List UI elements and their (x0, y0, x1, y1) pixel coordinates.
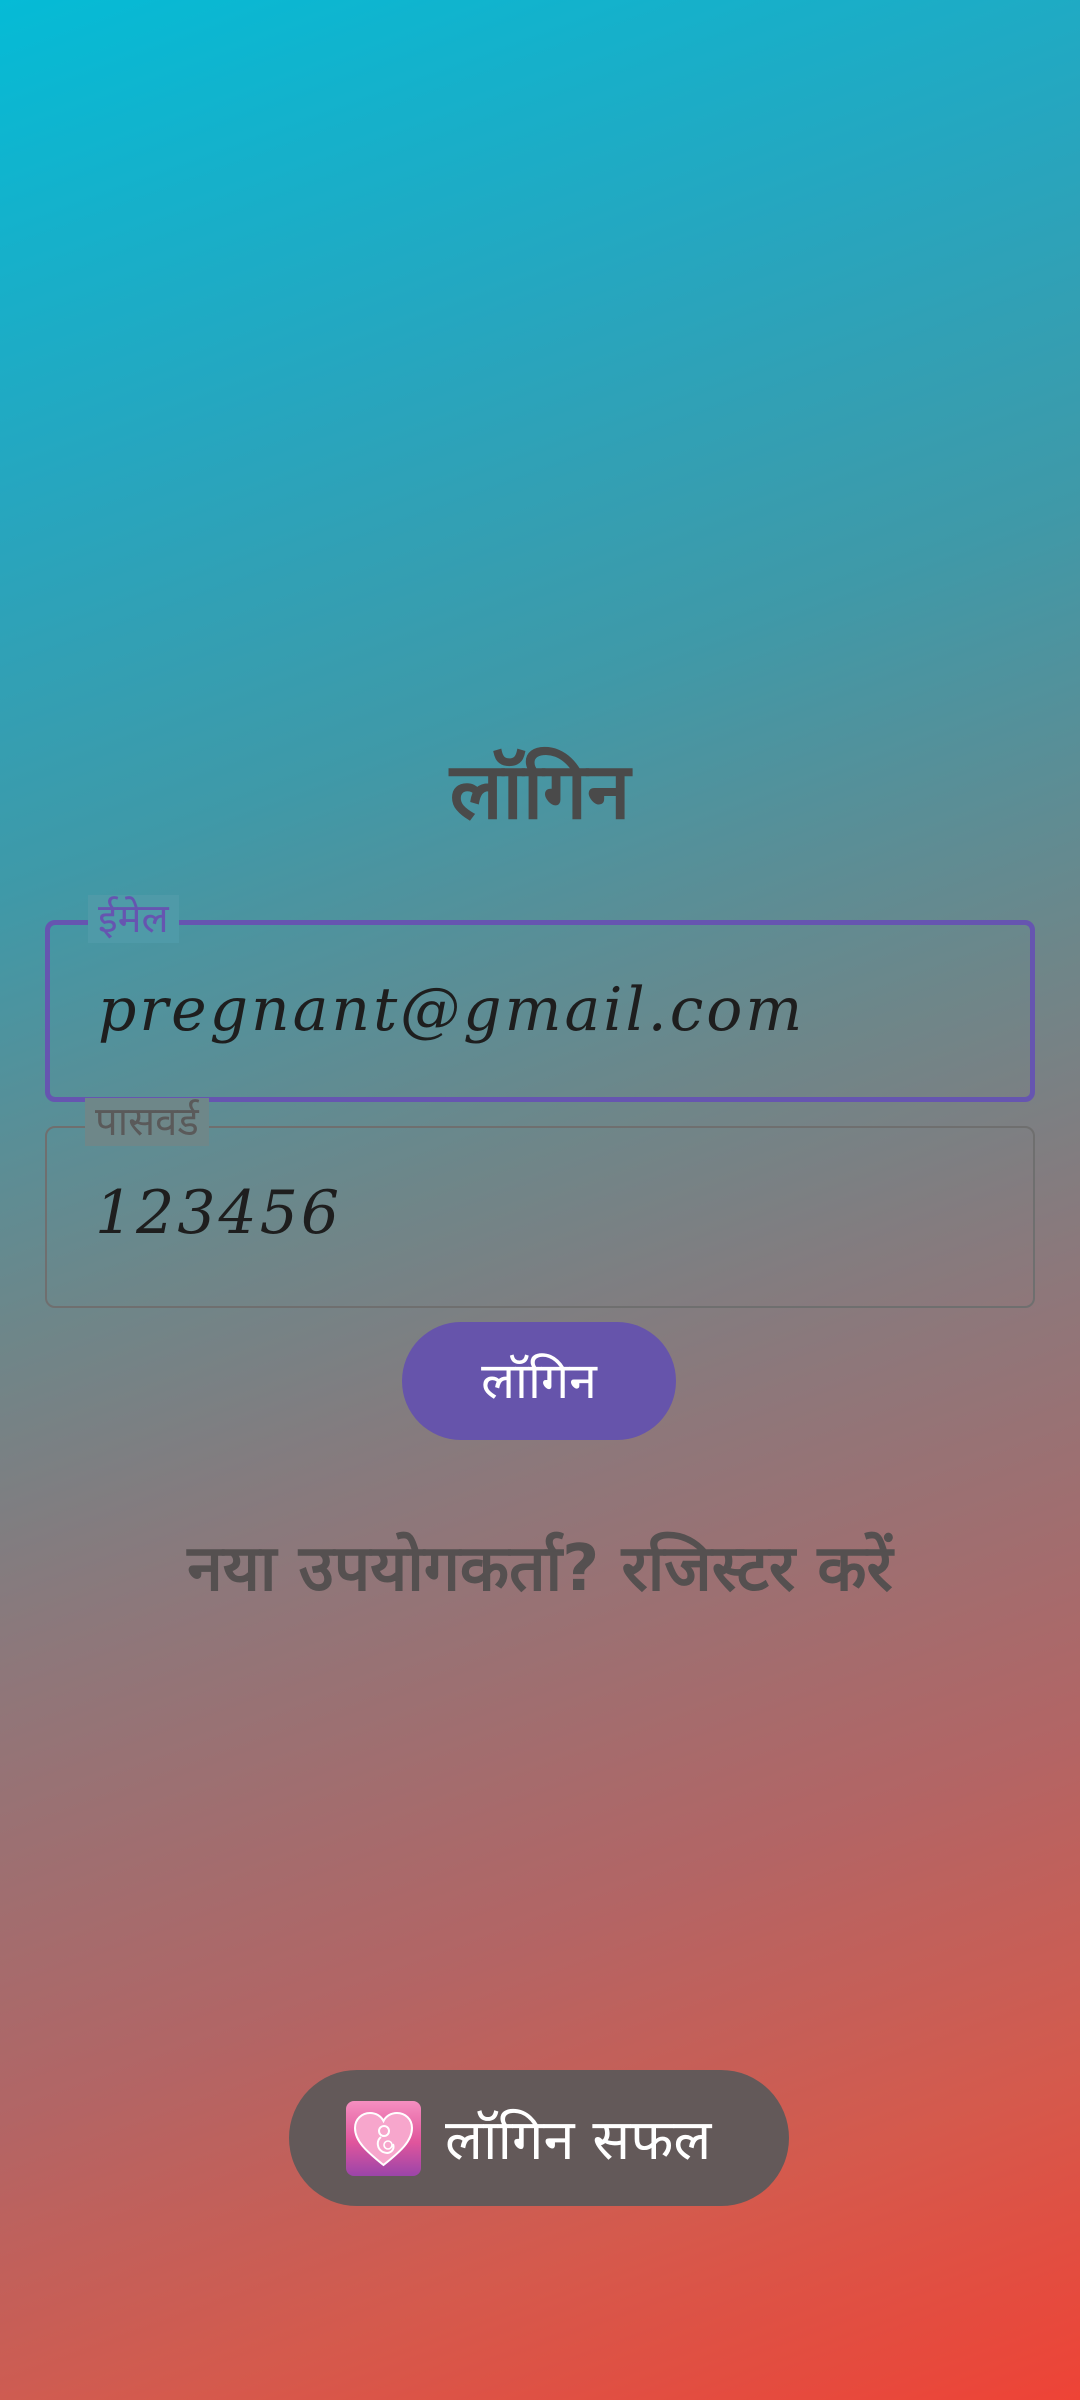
email-field[interactable]: ईमेल pregnant@gmail.com (45, 895, 1035, 1102)
login-button[interactable]: लॉगिन (402, 1322, 676, 1440)
email-input-value[interactable]: pregnant@gmail.com (98, 975, 805, 1045)
email-label: ईमेल (88, 895, 179, 943)
password-field[interactable]: पासवर्ड 123456 (45, 1098, 1035, 1308)
register-link[interactable]: नया उपयोगकर्ता? रजिस्टर करें (0, 1522, 1080, 1609)
page-title: लॉगिन (449, 747, 631, 837)
password-input-value[interactable]: 123456 (95, 1178, 342, 1248)
toast-message: लॉगिन सफल (289, 2070, 789, 2206)
pregnancy-heart-icon (346, 2100, 421, 2176)
password-label: पासवर्ड (85, 1098, 209, 1146)
toast-text: लॉगिन सफल (445, 2108, 712, 2173)
